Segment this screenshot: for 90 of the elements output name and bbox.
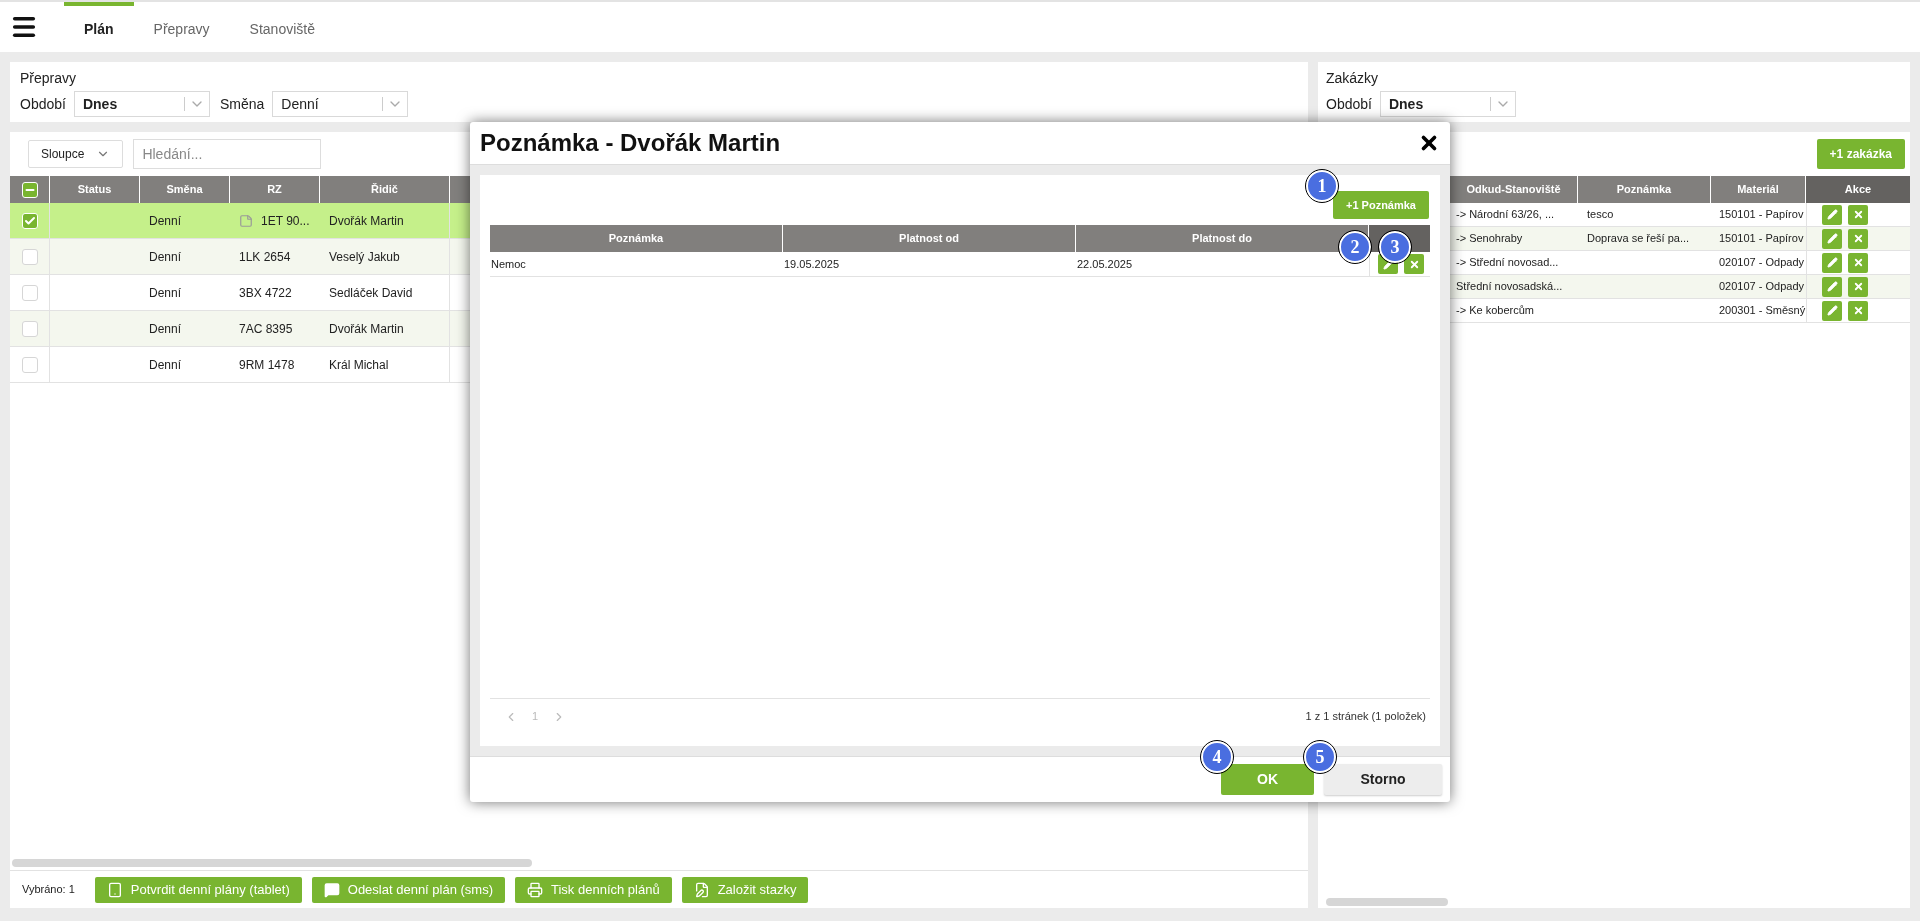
delete-button[interactable]: [1848, 252, 1868, 273]
table-cell-text: 150101 - Papírov: [1719, 231, 1804, 247]
delete-button[interactable]: [1848, 228, 1868, 249]
column-header[interactable]: Poznámka: [1578, 176, 1711, 203]
action-button[interactable]: Tisk denních plánů: [515, 876, 672, 903]
table-cell-text: 1LK 2654: [239, 248, 291, 266]
filter-label: Období: [1326, 94, 1372, 114]
page-number[interactable]: 1: [532, 708, 539, 725]
table-cell-text: 9RM 1478: [239, 356, 295, 374]
period-select[interactable]: Denní: [272, 91, 409, 117]
pagination-summary: 1 z 1 stránek (1 položek): [1305, 709, 1426, 725]
check-icon: [23, 214, 36, 227]
table-cell-text: Král Michal: [329, 356, 389, 374]
close-icon: [1408, 258, 1420, 270]
table-cell-text: Dvořák Martin: [329, 212, 404, 230]
table-cell-text: Sedláček David: [329, 284, 413, 302]
table-cell-text: 150101 - Papírov: [1719, 207, 1804, 223]
table-cell-text: 200301 - Směsný: [1719, 303, 1806, 319]
add-note-button[interactable]: +1 Poznámka: [1333, 191, 1429, 219]
panel-title: Zakázky: [1326, 69, 1379, 88]
columns-dropdown[interactable]: Sloupce: [28, 140, 124, 168]
action-button[interactable]: Potvrdit denní plány (tablet): [94, 876, 302, 903]
panel-title: Přepravy: [20, 69, 77, 88]
delete-button[interactable]: [1848, 276, 1868, 297]
table-cell-text: Denní: [149, 284, 182, 302]
tablet-icon: [106, 881, 123, 898]
table-cell-text: 020107 - Odpady: [1719, 255, 1804, 271]
selected-count: Vybráno: 1: [22, 882, 75, 898]
table-cell-text: tesco: [1587, 207, 1614, 223]
action-button[interactable]: Odeslat denní plán (sms): [311, 876, 505, 903]
nav-tab[interactable]: Plán: [64, 2, 134, 52]
pencil-icon: [1826, 209, 1838, 220]
column-header[interactable]: Poznámka: [490, 225, 783, 252]
table-cell-text: 19.05.2025: [784, 256, 840, 272]
table-cell-text: 1ET 90...: [261, 212, 310, 230]
file-pen-icon: [693, 881, 710, 898]
pencil-icon: [1826, 233, 1838, 244]
close-icon: [1852, 305, 1864, 316]
checkbox[interactable]: [21, 320, 38, 337]
table-cell-text: Denní: [149, 320, 182, 338]
table-cell-text: Střední novosadská...: [1456, 279, 1563, 295]
callout-tooltip: 4: [1201, 741, 1233, 773]
close-icon: [1852, 281, 1864, 292]
table-cell-text: -> Národní 63/26, ...: [1456, 207, 1555, 223]
table-cell-text: -> Senohraby: [1456, 231, 1523, 247]
table-cell-text: Veselý Jakub: [329, 248, 400, 266]
pencil-icon: [1826, 305, 1838, 316]
table-cell-text: 020107 - Odpady: [1719, 279, 1804, 295]
table-cell-text: 7AC 8395: [239, 320, 293, 338]
period-select[interactable]: Dnes: [1379, 91, 1516, 117]
nav-tab[interactable]: Přepravy: [133, 2, 230, 52]
dialog-title: Poznámka - Dvořák Martin: [480, 128, 781, 158]
delete-button[interactable]: [1848, 204, 1868, 225]
table-cell-text: Dvořák Martin: [329, 320, 404, 338]
checkbox[interactable]: [21, 356, 38, 373]
table-cell-text: 3BX 4722: [239, 284, 292, 302]
pencil-icon: [1826, 257, 1838, 268]
pencil-icon: [1826, 281, 1838, 292]
table-cell-text: Doprava se řeší pa...: [1587, 231, 1690, 247]
column-header[interactable]: Platnost od: [783, 225, 1076, 252]
filter-label: Směna: [219, 94, 265, 114]
close-icon: [1852, 233, 1864, 244]
table-cell-text: -> Ke kobercům: [1456, 303, 1534, 319]
table-cell-text: Denní: [149, 248, 182, 266]
action-button[interactable]: Založit stazky: [681, 876, 809, 903]
nav-tab[interactable]: Stanoviště: [229, 2, 335, 52]
period-select[interactable]: Dnes: [73, 91, 210, 117]
scrollbar[interactable]: [12, 859, 532, 867]
table-cell-text: 22.05.2025: [1077, 256, 1133, 272]
column-header[interactable]: Odkud-Stanoviště: [1450, 176, 1578, 203]
column-header[interactable]: Materiál: [1711, 176, 1806, 203]
add-order-button[interactable]: +1 zakázka: [1816, 139, 1905, 169]
message-icon: [323, 881, 340, 898]
table-cell-text: Denní: [149, 356, 182, 374]
printer-icon: [527, 881, 543, 898]
search-field[interactable]: Hledání...: [133, 139, 322, 169]
cancel-button[interactable]: Storno: [1324, 764, 1442, 795]
filter-label: Období: [20, 94, 66, 114]
delete-button[interactable]: [1404, 254, 1424, 274]
table-cell-text: -> Střední novosad...: [1456, 255, 1559, 271]
close-icon: [1852, 257, 1864, 268]
table-cell-text: Denní: [149, 212, 182, 230]
checkbox[interactable]: [21, 284, 38, 301]
table-cell-text: Nemoc: [491, 256, 526, 272]
column-header[interactable]: Akce: [1806, 176, 1910, 203]
checkbox[interactable]: [21, 248, 38, 265]
ok-button[interactable]: OK: [1221, 764, 1314, 795]
close-icon: [1852, 209, 1864, 220]
delete-button[interactable]: [1848, 300, 1868, 321]
scrollbar[interactable]: [1326, 898, 1448, 906]
